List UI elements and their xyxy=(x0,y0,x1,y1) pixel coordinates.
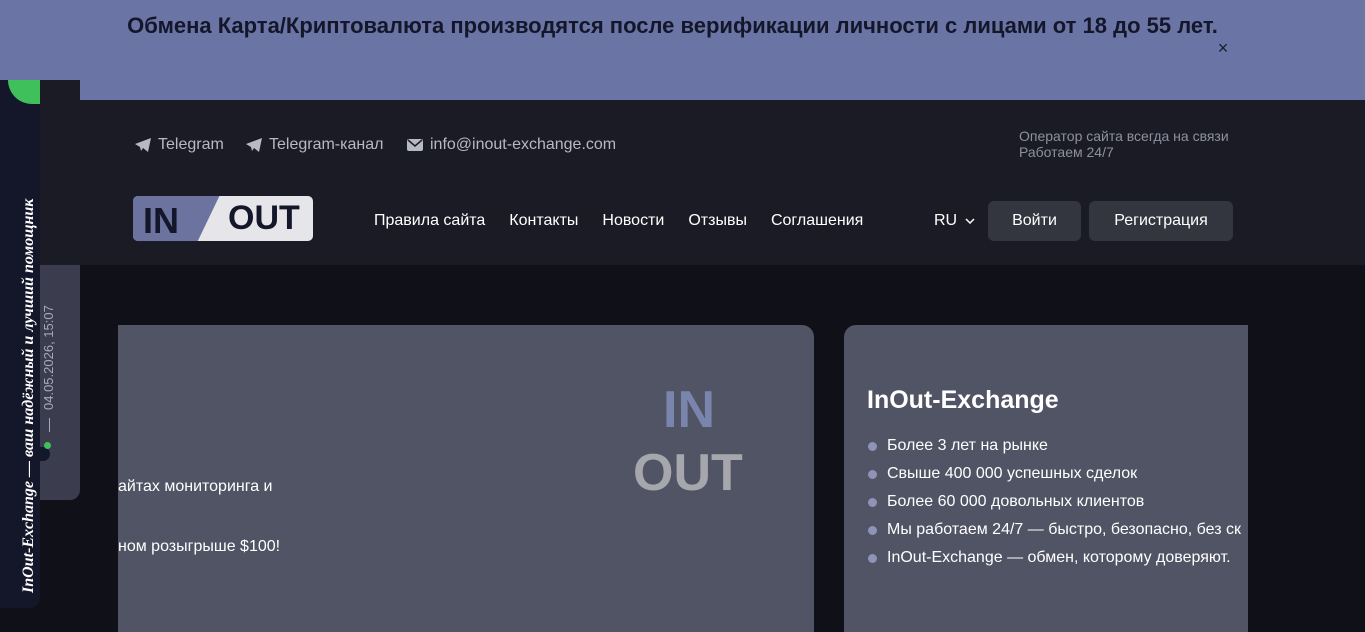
about-list: Более 3 лет на рынке Свыше 400 000 успеш… xyxy=(867,435,1241,575)
banner-text: Обмена Карта/Криптовалюта производятся п… xyxy=(127,13,1218,38)
list-item: Более 3 лет на рынке xyxy=(867,435,1241,463)
login-button[interactable]: Войти xyxy=(988,201,1081,241)
language-selector[interactable]: RU xyxy=(934,212,975,230)
telegram-icon xyxy=(135,138,151,152)
online-status-dot xyxy=(44,442,51,449)
telegram-channel-label: Telegram-канал xyxy=(269,136,384,153)
telegram-channel-link[interactable]: Telegram-канал xyxy=(246,136,383,154)
main-nav: Правила сайта Контакты Новости Отзывы Со… xyxy=(374,212,863,230)
nav-item-news[interactable]: Новости xyxy=(602,212,664,230)
list-item: Мы работаем 24/7 — быстро, безопасно, бе… xyxy=(867,519,1241,547)
register-button[interactable]: Регистрация xyxy=(1089,201,1233,241)
site-logo[interactable]: IN OUT xyxy=(133,196,313,241)
nav-item-contacts[interactable]: Контакты xyxy=(509,212,578,230)
telegram-link[interactable]: Telegram xyxy=(135,136,224,154)
list-item: InOut-Exchange — обмен, которому доверяю… xyxy=(867,547,1241,575)
mail-icon xyxy=(407,139,423,151)
logo-out-text: OUT xyxy=(228,199,300,237)
site-header: Telegram Telegram-канал info@inout-excha… xyxy=(0,100,1365,265)
telegram-icon xyxy=(246,138,262,152)
operator-status: Оператор сайта всегда на связи Работаем … xyxy=(1019,128,1229,160)
side-widget-divider xyxy=(49,418,50,432)
announcement-banner: Обмена Карта/Криптовалюта производятся п… xyxy=(0,0,1365,100)
side-widget-datetime: 04.05.2026, 15:07 xyxy=(41,305,56,410)
promo-card: айтах мониторинга и ном розыгрыше $100! … xyxy=(118,325,814,632)
about-title: InOut-Exchange xyxy=(867,386,1059,414)
operator-line-2: Работаем 24/7 xyxy=(1019,144,1114,160)
banner-close-icon[interactable]: × xyxy=(1213,38,1233,58)
email-link[interactable]: info@inout-exchange.com xyxy=(407,136,616,154)
side-widget-top xyxy=(40,80,80,265)
email-label: info@inout-exchange.com xyxy=(430,136,617,153)
telegram-label: Telegram xyxy=(158,136,224,153)
promo-line-1: айтах мониторинга и xyxy=(118,478,273,495)
list-item: Более 60 000 довольных клиентов xyxy=(867,491,1241,519)
nav-item-rules[interactable]: Правила сайта xyxy=(374,212,485,230)
nav-item-reviews[interactable]: Отзывы xyxy=(688,212,747,230)
promo-logo-out: OUT xyxy=(633,444,743,502)
chevron-down-icon xyxy=(965,218,975,224)
language-label: RU xyxy=(934,212,958,229)
promo-line-2: ном розыгрыше $100! xyxy=(118,538,281,555)
nav-item-agreements[interactable]: Соглашения xyxy=(771,212,863,230)
about-card: InOut-Exchange Более 3 лет на рынке Свыш… xyxy=(844,325,1248,632)
side-widget-tagline: InOut-Exchange — ваш надёжный и лучший п… xyxy=(20,198,37,593)
promo-logo-in: IN xyxy=(663,381,715,439)
list-item: Свыше 400 000 успешных сделок xyxy=(867,463,1241,491)
operator-line-1: Оператор сайта всегда на связи xyxy=(1019,128,1229,144)
logo-in-text: IN xyxy=(143,200,179,241)
